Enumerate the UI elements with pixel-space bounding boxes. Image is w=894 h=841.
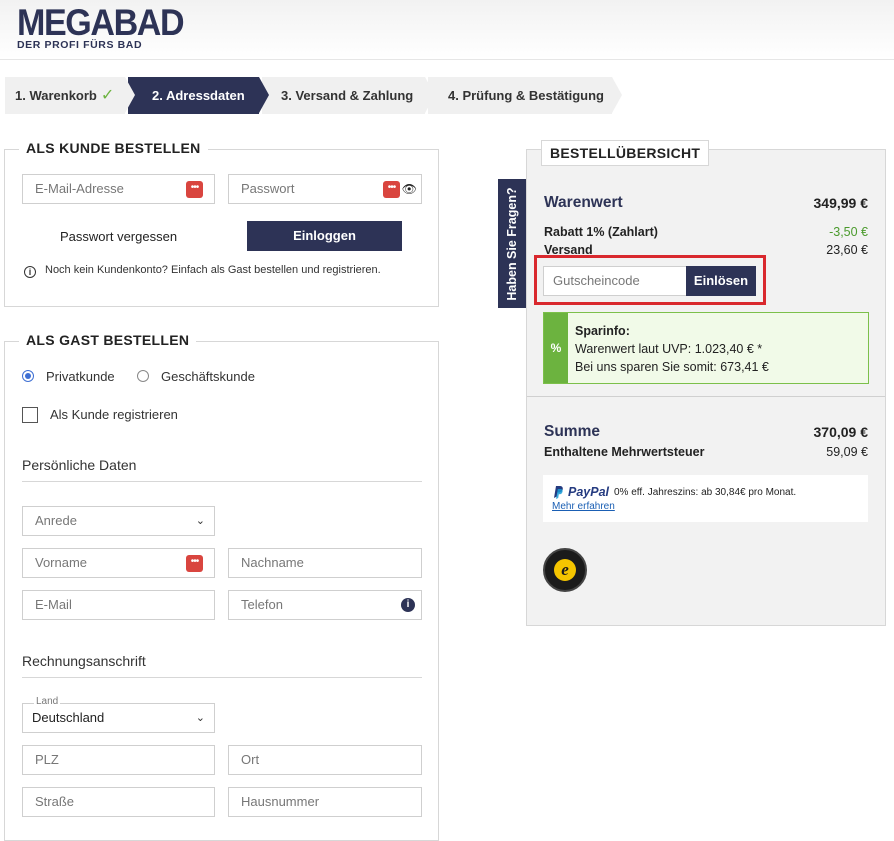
step-warenkorb[interactable]: 1. Warenkorb ✓	[5, 77, 135, 114]
billing-title: Rechnungsanschrift	[22, 653, 146, 669]
paypal-installment-text: 0% eff. Jahreszins: ab 30,84€ pro Monat.	[614, 487, 797, 498]
step-pruefung: 4. Prüfung & Bestätigung	[428, 77, 622, 114]
chevron-down-icon: ⌄	[195, 515, 205, 527]
info-icon: i	[24, 266, 36, 278]
strasse-input[interactable]: Straße	[22, 787, 215, 817]
eye-icon[interactable]: 👁	[402, 175, 417, 203]
land-select[interactable]: Land Deutschland ⌄	[22, 695, 215, 733]
sparinfo-box: % Sparinfo: Warenwert laut UVP: 1.023,40…	[543, 312, 869, 384]
forgot-password-link[interactable]: Passwort vergessen	[60, 229, 177, 244]
anrede-select[interactable]: Anrede ⌄	[22, 506, 215, 536]
password-manager-icon[interactable]: •••	[383, 181, 400, 198]
radio-privatkunde-label: Privatkunde	[46, 369, 115, 384]
mwst-row: Enthaltene Mehrwertsteuer 59,09 €	[544, 445, 868, 459]
divider	[527, 396, 885, 397]
hausnummer-input[interactable]: Hausnummer	[228, 787, 422, 817]
checkmark-icon: ✓	[100, 87, 115, 104]
info-icon[interactable]: i	[401, 598, 415, 612]
guest-title: ALS GAST BESTELLEN	[19, 332, 197, 348]
telefon-input[interactable]: Telefon i	[228, 590, 422, 620]
chevron-down-icon: ⌄	[195, 712, 205, 724]
voucher-input[interactable]: Gutscheincode	[543, 266, 687, 296]
voucher-redeem-button[interactable]: Einlösen	[686, 266, 756, 296]
percent-icon: %	[544, 313, 568, 383]
summe-row: Summe 370,09 €	[544, 423, 868, 440]
radio-geschaeftskunde-label: Geschäftskunde	[161, 369, 255, 384]
paypal-learn-more-link[interactable]: Mehr erfahren	[552, 501, 615, 512]
vorname-input[interactable]: Vorname •••	[22, 548, 215, 578]
autofill-icon[interactable]: •••	[186, 555, 203, 572]
step-versand-zahlung: 3. Versand & Zahlung	[262, 77, 435, 114]
divider	[22, 677, 422, 678]
plz-input[interactable]: PLZ	[22, 745, 215, 775]
logo-text: MEGABAD	[17, 2, 185, 43]
guest-info: i Noch kein Kundenkonto? Einfach als Gast…	[24, 264, 381, 278]
nachname-input[interactable]: Nachname	[228, 548, 422, 578]
register-checkbox-label: Als Kunde registrieren	[50, 407, 178, 422]
password-manager-icon[interactable]: •••	[186, 181, 203, 198]
login-button[interactable]: Einloggen	[247, 221, 402, 251]
radio-privatkunde[interactable]	[22, 370, 34, 382]
radio-geschaeftskunde[interactable]	[137, 370, 149, 382]
header: MEGABAD DER PROFI FÜRS BAD	[0, 0, 894, 60]
megabad-logo[interactable]: MEGABAD DER PROFI FÜRS BAD	[17, 2, 198, 51]
divider	[22, 481, 422, 482]
personal-data-title: Persönliche Daten	[22, 457, 137, 473]
rabatt-row: Rabatt 1% (Zahlart) -3,50 €	[544, 225, 868, 239]
paypal-logo-icon	[552, 485, 564, 499]
paypal-brand: PayPal	[568, 485, 610, 499]
register-checkbox[interactable]	[22, 407, 38, 423]
ort-input[interactable]: Ort	[228, 745, 422, 775]
paypal-banner: PayPal 0% eff. Jahreszins: ab 30,84€ pro…	[543, 475, 868, 522]
email-input[interactable]: E-Mail-Adresse •••	[22, 174, 215, 204]
login-title: ALS KUNDE BESTELLEN	[19, 140, 208, 156]
email-field[interactable]: E-Mail	[22, 590, 215, 620]
questions-tab[interactable]: Haben Sie Fragen?	[498, 179, 526, 308]
land-label: Land	[34, 695, 61, 709]
warenwert-row: Warenwert 349,99 €	[544, 194, 868, 211]
summary-title: BESTELLÜBERSICHT	[541, 140, 710, 166]
step-adressdaten: 2. Adressdaten	[128, 77, 269, 114]
trusted-shops-badge-icon[interactable]: e	[543, 548, 587, 592]
password-input[interactable]: Passwort ••• 👁	[228, 174, 422, 204]
